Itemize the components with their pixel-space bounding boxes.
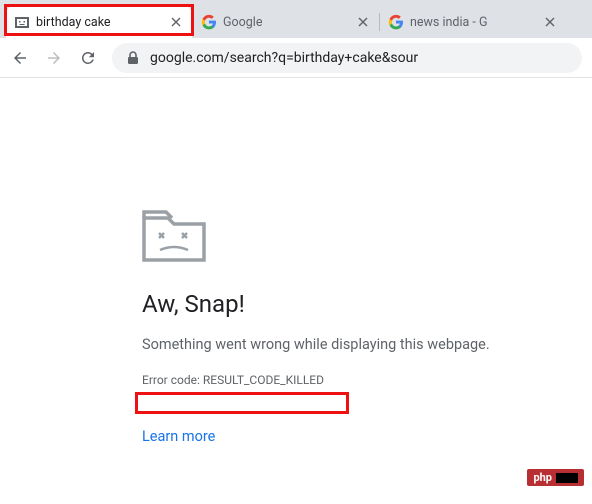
tab-news-india[interactable]: news india - G <box>380 6 566 38</box>
tab-title: Google <box>223 15 349 30</box>
watermark-redaction <box>556 473 578 483</box>
watermark-text: php <box>533 471 552 484</box>
close-icon[interactable] <box>168 14 184 30</box>
tab-title: birthday cake <box>36 15 162 30</box>
tab-birthday-cake[interactable]: birthday cake <box>6 6 192 38</box>
forward-icon[interactable] <box>44 48 64 68</box>
close-icon[interactable] <box>542 14 558 30</box>
back-icon[interactable] <box>10 48 30 68</box>
tab-strip: birthday cake Google news india - G <box>0 0 592 38</box>
google-icon <box>388 14 404 30</box>
error-title: Aw, Snap! <box>142 290 592 318</box>
error-code: Error code: RESULT_CODE_KILLED <box>142 373 324 387</box>
watermark-badge: php <box>527 469 584 486</box>
browser-toolbar: google.com/search?q=birthday+cake&sour <box>0 38 592 78</box>
dead-folder-icon <box>142 208 592 266</box>
learn-more-link[interactable]: Learn more <box>142 428 592 445</box>
tab-google[interactable]: Google <box>193 6 379 38</box>
address-bar[interactable]: google.com/search?q=birthday+cake&sour <box>112 43 582 73</box>
google-icon <box>201 14 217 30</box>
error-message: Something went wrong while displaying th… <box>142 336 592 353</box>
sad-page-icon <box>14 14 30 30</box>
lock-icon <box>126 51 140 65</box>
reload-icon[interactable] <box>78 48 98 68</box>
error-page-content: Aw, Snap! Something went wrong while dis… <box>0 78 592 445</box>
close-icon[interactable] <box>355 14 371 30</box>
tab-title: news india - G <box>410 15 536 30</box>
url-text: google.com/search?q=birthday+cake&sour <box>150 50 418 66</box>
